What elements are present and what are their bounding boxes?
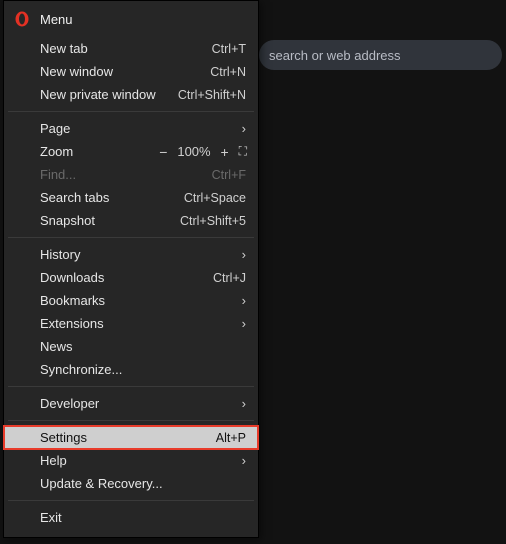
chevron-right-icon: › bbox=[236, 396, 246, 411]
zoom-controls: −100% + ⛶ bbox=[157, 144, 246, 160]
menu-item-label: New tab bbox=[40, 41, 88, 56]
menu-item-label: New private window bbox=[40, 87, 156, 102]
menu-item-update-recovery[interactable]: Update & Recovery... bbox=[4, 472, 258, 495]
menu-item-shortcut: Ctrl+Space bbox=[184, 191, 246, 205]
menu-item-new-tab[interactable]: New tab Ctrl+T bbox=[4, 37, 258, 60]
menu-item-extensions[interactable]: Extensions › bbox=[4, 312, 258, 335]
menu-item-label: Downloads bbox=[40, 270, 104, 285]
menu-item-label: Help bbox=[40, 453, 67, 468]
menu-item-label: Extensions bbox=[40, 316, 104, 331]
menu-item-label: Snapshot bbox=[40, 213, 95, 228]
menu-item-label: Update & Recovery... bbox=[40, 476, 163, 491]
menu-item-shortcut: Ctrl+T bbox=[212, 42, 246, 56]
menu-item-label: New window bbox=[40, 64, 113, 79]
menu-item-developer[interactable]: Developer › bbox=[4, 392, 258, 415]
menu-item-label: Synchronize... bbox=[40, 362, 122, 377]
menu-separator bbox=[8, 500, 254, 501]
menu-item-shortcut: Alt+P bbox=[216, 431, 246, 445]
menu-item-zoom[interactable]: Zoom −100% + ⛶ bbox=[4, 140, 258, 163]
zoom-percentage: 100% bbox=[177, 144, 210, 159]
menu-item-search-tabs[interactable]: Search tabs Ctrl+Space bbox=[4, 186, 258, 209]
opera-logo-icon bbox=[14, 11, 30, 27]
menu-item-label: Find... bbox=[40, 167, 76, 182]
menu-title: Menu bbox=[40, 12, 73, 27]
menu-item-synchronize[interactable]: Synchronize... bbox=[4, 358, 258, 381]
menu-item-downloads[interactable]: Downloads Ctrl+J bbox=[4, 266, 258, 289]
menu-item-new-window[interactable]: New window Ctrl+N bbox=[4, 60, 258, 83]
menu-item-page[interactable]: Page › bbox=[4, 117, 258, 140]
menu-item-label: Page bbox=[40, 121, 70, 136]
menu-item-exit[interactable]: Exit bbox=[4, 506, 258, 529]
chevron-right-icon: › bbox=[236, 293, 246, 308]
menu-item-bookmarks[interactable]: Bookmarks › bbox=[4, 289, 258, 312]
zoom-in-button[interactable]: + bbox=[219, 144, 231, 160]
chevron-right-icon: › bbox=[236, 247, 246, 262]
zoom-out-button[interactable]: − bbox=[157, 144, 169, 160]
menu-item-label: News bbox=[40, 339, 73, 354]
menu-item-new-private-window[interactable]: New private window Ctrl+Shift+N bbox=[4, 83, 258, 106]
menu-item-snapshot[interactable]: Snapshot Ctrl+Shift+5 bbox=[4, 209, 258, 232]
menu-separator bbox=[8, 386, 254, 387]
menu-item-label: Settings bbox=[40, 430, 87, 445]
chevron-right-icon: › bbox=[236, 453, 246, 468]
menu-item-shortcut: Ctrl+Shift+5 bbox=[180, 214, 246, 228]
menu-item-shortcut: Ctrl+F bbox=[212, 168, 246, 182]
menu-item-label: Developer bbox=[40, 396, 99, 411]
menu-item-history[interactable]: History › bbox=[4, 243, 258, 266]
menu-item-label: Bookmarks bbox=[40, 293, 105, 308]
menu-item-label: Search tabs bbox=[40, 190, 109, 205]
menu-item-label: History bbox=[40, 247, 80, 262]
menu-item-shortcut: Ctrl+Shift+N bbox=[178, 88, 246, 102]
chevron-right-icon: › bbox=[236, 316, 246, 331]
menu-item-settings[interactable]: Settings Alt+P bbox=[4, 426, 258, 449]
menu-header: Menu bbox=[4, 5, 258, 37]
menu-item-help[interactable]: Help › bbox=[4, 449, 258, 472]
menu-separator bbox=[8, 111, 254, 112]
menu-item-news[interactable]: News bbox=[4, 335, 258, 358]
chevron-right-icon: › bbox=[236, 121, 246, 136]
menu-item-label: Exit bbox=[40, 510, 62, 525]
menu-item-find: Find... Ctrl+F bbox=[4, 163, 258, 186]
menu-item-shortcut: Ctrl+N bbox=[210, 65, 246, 79]
menu-separator bbox=[8, 420, 254, 421]
menu-item-label: Zoom bbox=[40, 144, 73, 159]
menu-separator bbox=[8, 237, 254, 238]
fullscreen-icon[interactable]: ⛶ bbox=[239, 144, 246, 159]
menu-item-shortcut: Ctrl+J bbox=[213, 271, 246, 285]
address-bar[interactable]: search or web address bbox=[259, 40, 502, 70]
main-menu: Menu New tab Ctrl+T New window Ctrl+N New pr… bbox=[3, 0, 259, 538]
address-bar-placeholder: search or web address bbox=[269, 48, 401, 63]
